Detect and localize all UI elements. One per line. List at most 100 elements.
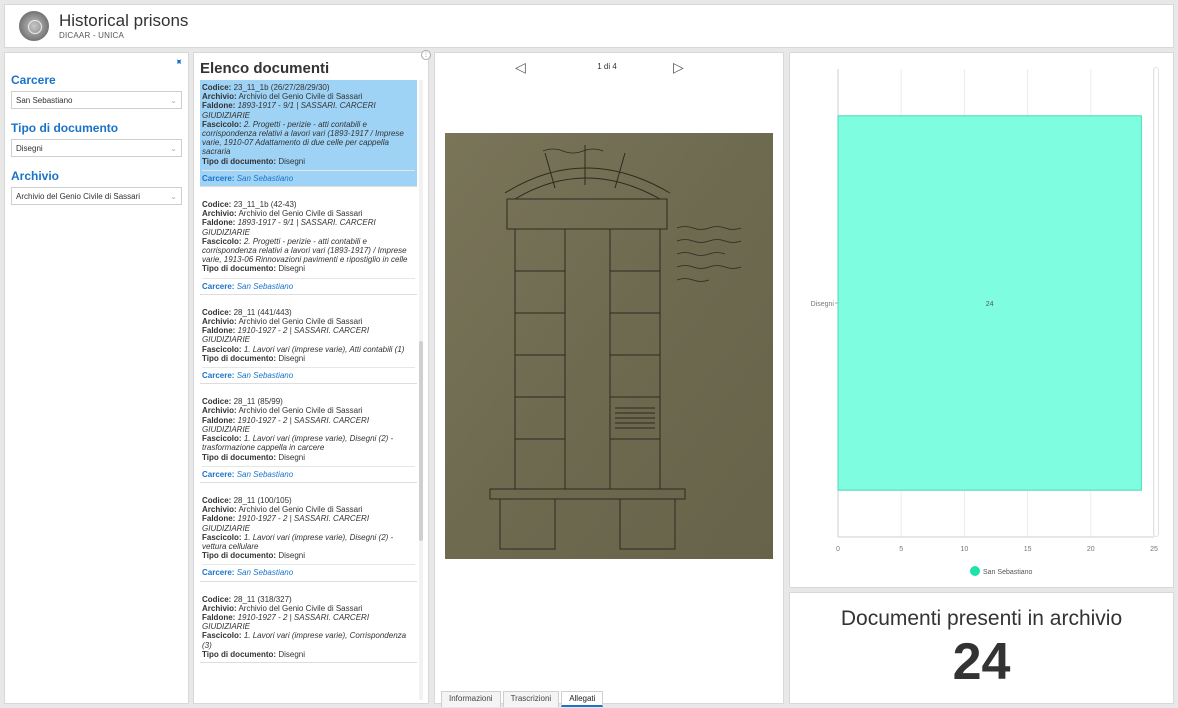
doc-tipo-row: Tipo di documento: Disegni — [202, 354, 415, 363]
doc-fascicolo-row: Fascicolo: 1. Lavori vari (imprese varie… — [202, 345, 415, 354]
doc-tipo-row: Tipo di documento: Disegni — [202, 157, 415, 166]
doc-archivio-label: Archivio: — [202, 603, 237, 613]
prison-floor-plan-image[interactable] — [445, 133, 773, 559]
doc-faldone-label: Faldone: — [202, 326, 236, 336]
doc-codice-value: 28_11 (100/105) — [233, 495, 292, 505]
doc-archivio-value: Archivio del Genio Civile di Sassari — [238, 406, 363, 416]
doc-codice-row: Codice: 28_11 (85/99) — [202, 397, 415, 406]
category-label: Disegni — [811, 301, 835, 308]
doc-carcere-value: San Sebastiano — [236, 173, 294, 183]
list-item[interactable]: Codice: 23_11_1b (42-43) Archivio: Archiv… — [200, 187, 417, 295]
app-title: Historical prisons — [59, 11, 189, 30]
document-list[interactable]: Codice: 23_11_1b (26/27/28/29/30) Archivi… — [200, 80, 417, 703]
doc-codice-label: Codice: — [202, 495, 232, 505]
list-item-spacer — [202, 190, 415, 200]
carcere-label: Carcere — [11, 73, 56, 87]
doc-archivio-value: Archivio del Genio Civile di Sassari — [238, 209, 363, 219]
x-tick-label: 5 — [899, 546, 903, 553]
document-list-panel: Elenco documenti Codice: 23_11_1b (26/27… — [193, 52, 429, 704]
x-tick-label: 0 — [836, 546, 840, 553]
indicator-value: 24 — [952, 633, 1011, 691]
list-item[interactable]: Codice: 28_11 (85/99) Archivio: Archivio … — [200, 384, 417, 483]
chevron-right-icon[interactable]: ▷ — [673, 59, 684, 76]
doc-fascicolo-row: Fascicolo: 1. Lavori vari (imprese varie… — [202, 533, 415, 551]
doc-carcere-value: San Sebastiano — [236, 469, 294, 479]
doc-tipo-label: Tipo di documento: — [202, 551, 277, 561]
tab-trascrizioni[interactable]: Trascrizioni — [502, 691, 560, 707]
doc-archivio-row: Archivio: Archivio del Genio Civile di S… — [202, 317, 415, 326]
list-title: Elenco documenti — [200, 60, 330, 77]
tipo-documento-label: Tipo di documento — [11, 121, 119, 135]
doc-tipo-label: Tipo di documento: — [202, 353, 277, 363]
list-item-spacer — [202, 387, 415, 397]
doc-tipo-value: Disegni — [278, 156, 305, 166]
tab-informazioni[interactable]: Informazioni — [441, 691, 501, 707]
doc-carcere-row[interactable]: Carcere: San Sebastiano — [202, 564, 415, 577]
doc-carcere-row[interactable]: Carcere: San Sebastiano — [202, 169, 415, 183]
bar-chart[interactable]: 0 5 10 15 20 25 Disegni 24 San Sebastiano — [790, 53, 1175, 589]
doc-tipo-value: Disegni — [278, 649, 305, 659]
doc-faldone-label: Faldone: — [202, 612, 236, 622]
doc-carcere-label: Carcere: — [202, 568, 235, 578]
viewer-nav: ◁ 1 di 4 ▷ — [435, 59, 783, 75]
doc-archivio-value: Archivio del Genio Civile di Sassari — [238, 92, 363, 102]
doc-tipo-value: Disegni — [278, 551, 305, 561]
doc-faldone-row: Faldone: 1910-1927 - 2 | SASSARI. CARCER… — [202, 613, 415, 631]
app-subtitle: DICAAR - UNICA — [59, 31, 125, 40]
doc-codice-row: Codice: 23_11_1b (42-43) — [202, 200, 415, 209]
list-scrollbar-thumb[interactable] — [419, 341, 423, 541]
list-item[interactable]: Codice: 28_11 (100/105) Archivio: Archivi… — [200, 483, 417, 582]
list-item[interactable]: Codice: 28_11 (441/443) Archivio: Archivi… — [200, 295, 417, 385]
doc-carcere-row[interactable]: Carcere: San Sebastiano — [202, 367, 415, 380]
chevron-down-icon: ⌄ — [170, 143, 177, 153]
archivio-dropdown[interactable]: Archivio del Genio Civile di Sassari ⌄ — [11, 187, 182, 205]
archivio-value: Archivio del Genio Civile di Sassari — [16, 191, 141, 201]
doc-carcere-row[interactable]: Carcere: San Sebastiano — [202, 465, 415, 479]
doc-tipo-value: Disegni — [278, 452, 305, 462]
carcere-value: San Sebastiano — [16, 95, 73, 105]
doc-codice-value: 23_11_1b (42-43) — [233, 200, 297, 210]
doc-faldone-label: Faldone: — [202, 514, 236, 524]
list-item-spacer — [202, 585, 415, 595]
doc-faldone-row: Faldone: 1893-1917 - 9/1 | SASSARI. CARC… — [202, 101, 415, 119]
doc-faldone-label: Faldone: — [202, 218, 236, 228]
list-item[interactable]: Codice: 28_11 (318/327) Archivio: Archivi… — [200, 582, 417, 663]
doc-faldone-row: Faldone: 1893-1917 - 9/1 | SASSARI. CARC… — [202, 218, 415, 236]
app-header: Historical prisons DICAAR - UNICA — [4, 4, 1174, 48]
x-tick-label: 10 — [961, 546, 969, 553]
doc-archivio-value: Archivio del Genio Civile di Sassari — [238, 603, 363, 613]
pin-icon[interactable]: ✦ — [171, 56, 185, 70]
tab-allegati[interactable]: Allegati — [561, 691, 604, 707]
doc-carcere-row[interactable]: Carcere: San Sebastiano — [202, 277, 415, 291]
doc-codice-row: Codice: 23_11_1b (26/27/28/29/30) — [202, 83, 415, 92]
chevron-left-icon[interactable]: ◁ — [515, 59, 526, 76]
doc-codice-row: Codice: 28_11 (318/327) — [202, 595, 415, 604]
doc-archivio-label: Archivio: — [202, 505, 237, 515]
doc-codice-value: 28_11 (318/327) — [233, 594, 292, 604]
legend-swatch — [970, 566, 980, 576]
carcere-dropdown[interactable]: San Sebastiano ⌄ — [11, 91, 182, 109]
doc-fascicolo-label: Fascicolo: — [202, 434, 242, 444]
doc-archivio-row: Archivio: Archivio del Genio Civile di S… — [202, 406, 415, 415]
doc-fascicolo-label: Fascicolo: — [202, 236, 242, 246]
doc-fascicolo-label: Fascicolo: — [202, 631, 242, 641]
list-item[interactable]: Codice: 23_11_1b (26/27/28/29/30) Archivi… — [200, 80, 417, 188]
tipo-documento-dropdown[interactable]: Disegni ⌄ — [11, 139, 182, 157]
doc-fascicolo-row: Fascicolo: 1. Lavori vari (imprese varie… — [202, 631, 415, 649]
doc-faldone-row: Faldone: 1910-1927 - 2 | SASSARI. CARCER… — [202, 514, 415, 532]
header-titles: Historical prisons DICAAR - UNICA — [59, 11, 188, 41]
doc-faldone-row: Faldone: 1910-1927 - 2 | SASSARI. CARCER… — [202, 326, 415, 344]
doc-codice-value: 23_11_1b (26/27/28/29/30) — [233, 83, 330, 92]
doc-codice-label: Codice: — [202, 83, 232, 92]
chevron-down-icon: ⌄ — [170, 191, 177, 201]
chart-panel: 0 5 10 15 20 25 Disegni 24 San Sebastiano — [789, 52, 1174, 588]
resize-handle-icon[interactable]: ⋮ — [421, 50, 431, 60]
doc-fascicolo-row: Fascicolo: 2. Progetti - perizie - atti … — [202, 120, 415, 157]
doc-codice-label: Codice: — [202, 200, 232, 210]
filter-panel: ✦ Carcere San Sebastiano ⌄ Tipo di docum… — [4, 52, 189, 704]
x-tick-label: 15 — [1024, 546, 1032, 553]
chart-scrollbar[interactable] — [1153, 67, 1159, 537]
x-tick-label: 20 — [1087, 546, 1095, 553]
doc-fascicolo-label: Fascicolo: — [202, 119, 242, 129]
doc-codice-row: Codice: 28_11 (100/105) — [202, 496, 415, 505]
